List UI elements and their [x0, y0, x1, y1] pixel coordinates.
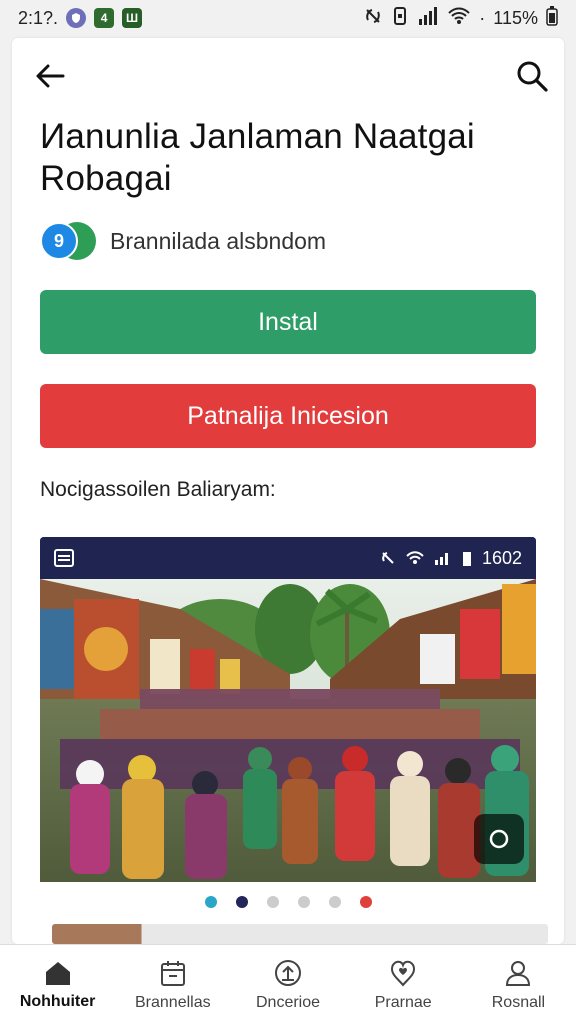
upload-icon: [275, 959, 301, 986]
app-badge-icon: Ш: [122, 8, 143, 28]
app-detail-card: Иanunlia Janlaman Naatgai Robagai 9 Bran…: [12, 38, 564, 944]
nfc-icon: [382, 552, 394, 564]
pager-dot-active[interactable]: [235, 896, 248, 908]
vibrate-icon: [391, 6, 409, 31]
status-left: 2:1?. 4 Ш: [18, 7, 143, 29]
festival-crowd-image: [40, 579, 536, 882]
nav-item-label: Nohhuiter: [19, 992, 96, 1010]
battery-icon: [462, 552, 471, 566]
status-time: 2:1?.: [18, 7, 59, 28]
nav-item-home[interactable]: Nohhuiter: [0, 945, 115, 1024]
expand-button[interactable]: [474, 814, 524, 864]
screenshot-status-bar: 1602: [40, 537, 536, 579]
search-icon: [517, 61, 548, 92]
search-button[interactable]: [512, 56, 552, 96]
carousel-pager: [12, 894, 564, 910]
bottom-navigation: Nohhuiter Brannellas Dncerioe Prarnae Ro…: [0, 944, 576, 1024]
wifi-icon: [447, 7, 471, 30]
install-button[interactable]: Instal: [40, 290, 536, 354]
nav-item-label: Brannellas: [135, 993, 211, 1011]
top-app-bar: [12, 38, 564, 118]
battery-percent: 115%: [493, 7, 538, 28]
signal-icon: [434, 553, 448, 565]
heart-location-icon: [391, 960, 416, 987]
screenshot-status-right: 1602: [380, 548, 522, 569]
back-button[interactable]: [32, 58, 68, 94]
screenshot-status-time: 1602: [481, 547, 522, 568]
developer-name: Brannilada alsbndom: [110, 227, 327, 254]
developer-logo: 9: [40, 222, 96, 260]
nfc-icon: [363, 6, 383, 31]
nav-item-favorites[interactable]: Prarnae: [346, 945, 461, 1024]
app-title: Иanunlia Janlaman Naatgai Robagai: [40, 117, 475, 198]
screenshots-label: Nocigassoilen Baliaryam:: [40, 478, 276, 501]
screenshot-carousel[interactable]: 1602: [40, 537, 536, 882]
pager-dot[interactable]: [328, 896, 341, 908]
nav-item-profile[interactable]: Rosnall: [461, 945, 576, 1024]
pager-dot[interactable]: [204, 896, 217, 908]
shield-icon: [66, 8, 87, 28]
pager-dot[interactable]: [297, 896, 310, 908]
person-icon: [506, 960, 531, 986]
wifi-icon: [406, 551, 424, 564]
status-bar: 2:1?. 4 Ш · 115%: [0, 0, 576, 36]
status-dot: ·: [479, 7, 486, 28]
pager-dot[interactable]: [266, 896, 279, 908]
battery-icon: [546, 5, 558, 31]
home-icon: [45, 961, 70, 985]
nav-item-label: Rosnall: [491, 993, 546, 1011]
circle-icon: [489, 829, 509, 849]
nav-item-label: Prarnae: [374, 993, 432, 1011]
calendar-icon: [160, 960, 185, 986]
developer-row[interactable]: 9 Brannilada alsbndom: [40, 222, 326, 260]
pager-dot[interactable]: [359, 896, 372, 908]
signal-icon: [417, 6, 439, 30]
next-content-peek: [52, 924, 548, 944]
nav-item-label: Dncerioe: [255, 993, 321, 1011]
status-right: · 115%: [363, 5, 558, 31]
app-badge-icon: 4: [94, 8, 115, 28]
secondary-action-button[interactable]: Patnalija Inicesion: [40, 384, 536, 448]
developer-logo-glyph: 9: [40, 222, 78, 260]
arrow-left-icon: [36, 64, 65, 88]
nav-item-calendar[interactable]: Brannellas: [115, 945, 230, 1024]
nav-item-upload[interactable]: Dncerioe: [230, 945, 345, 1024]
menu-square-icon: [54, 549, 74, 567]
